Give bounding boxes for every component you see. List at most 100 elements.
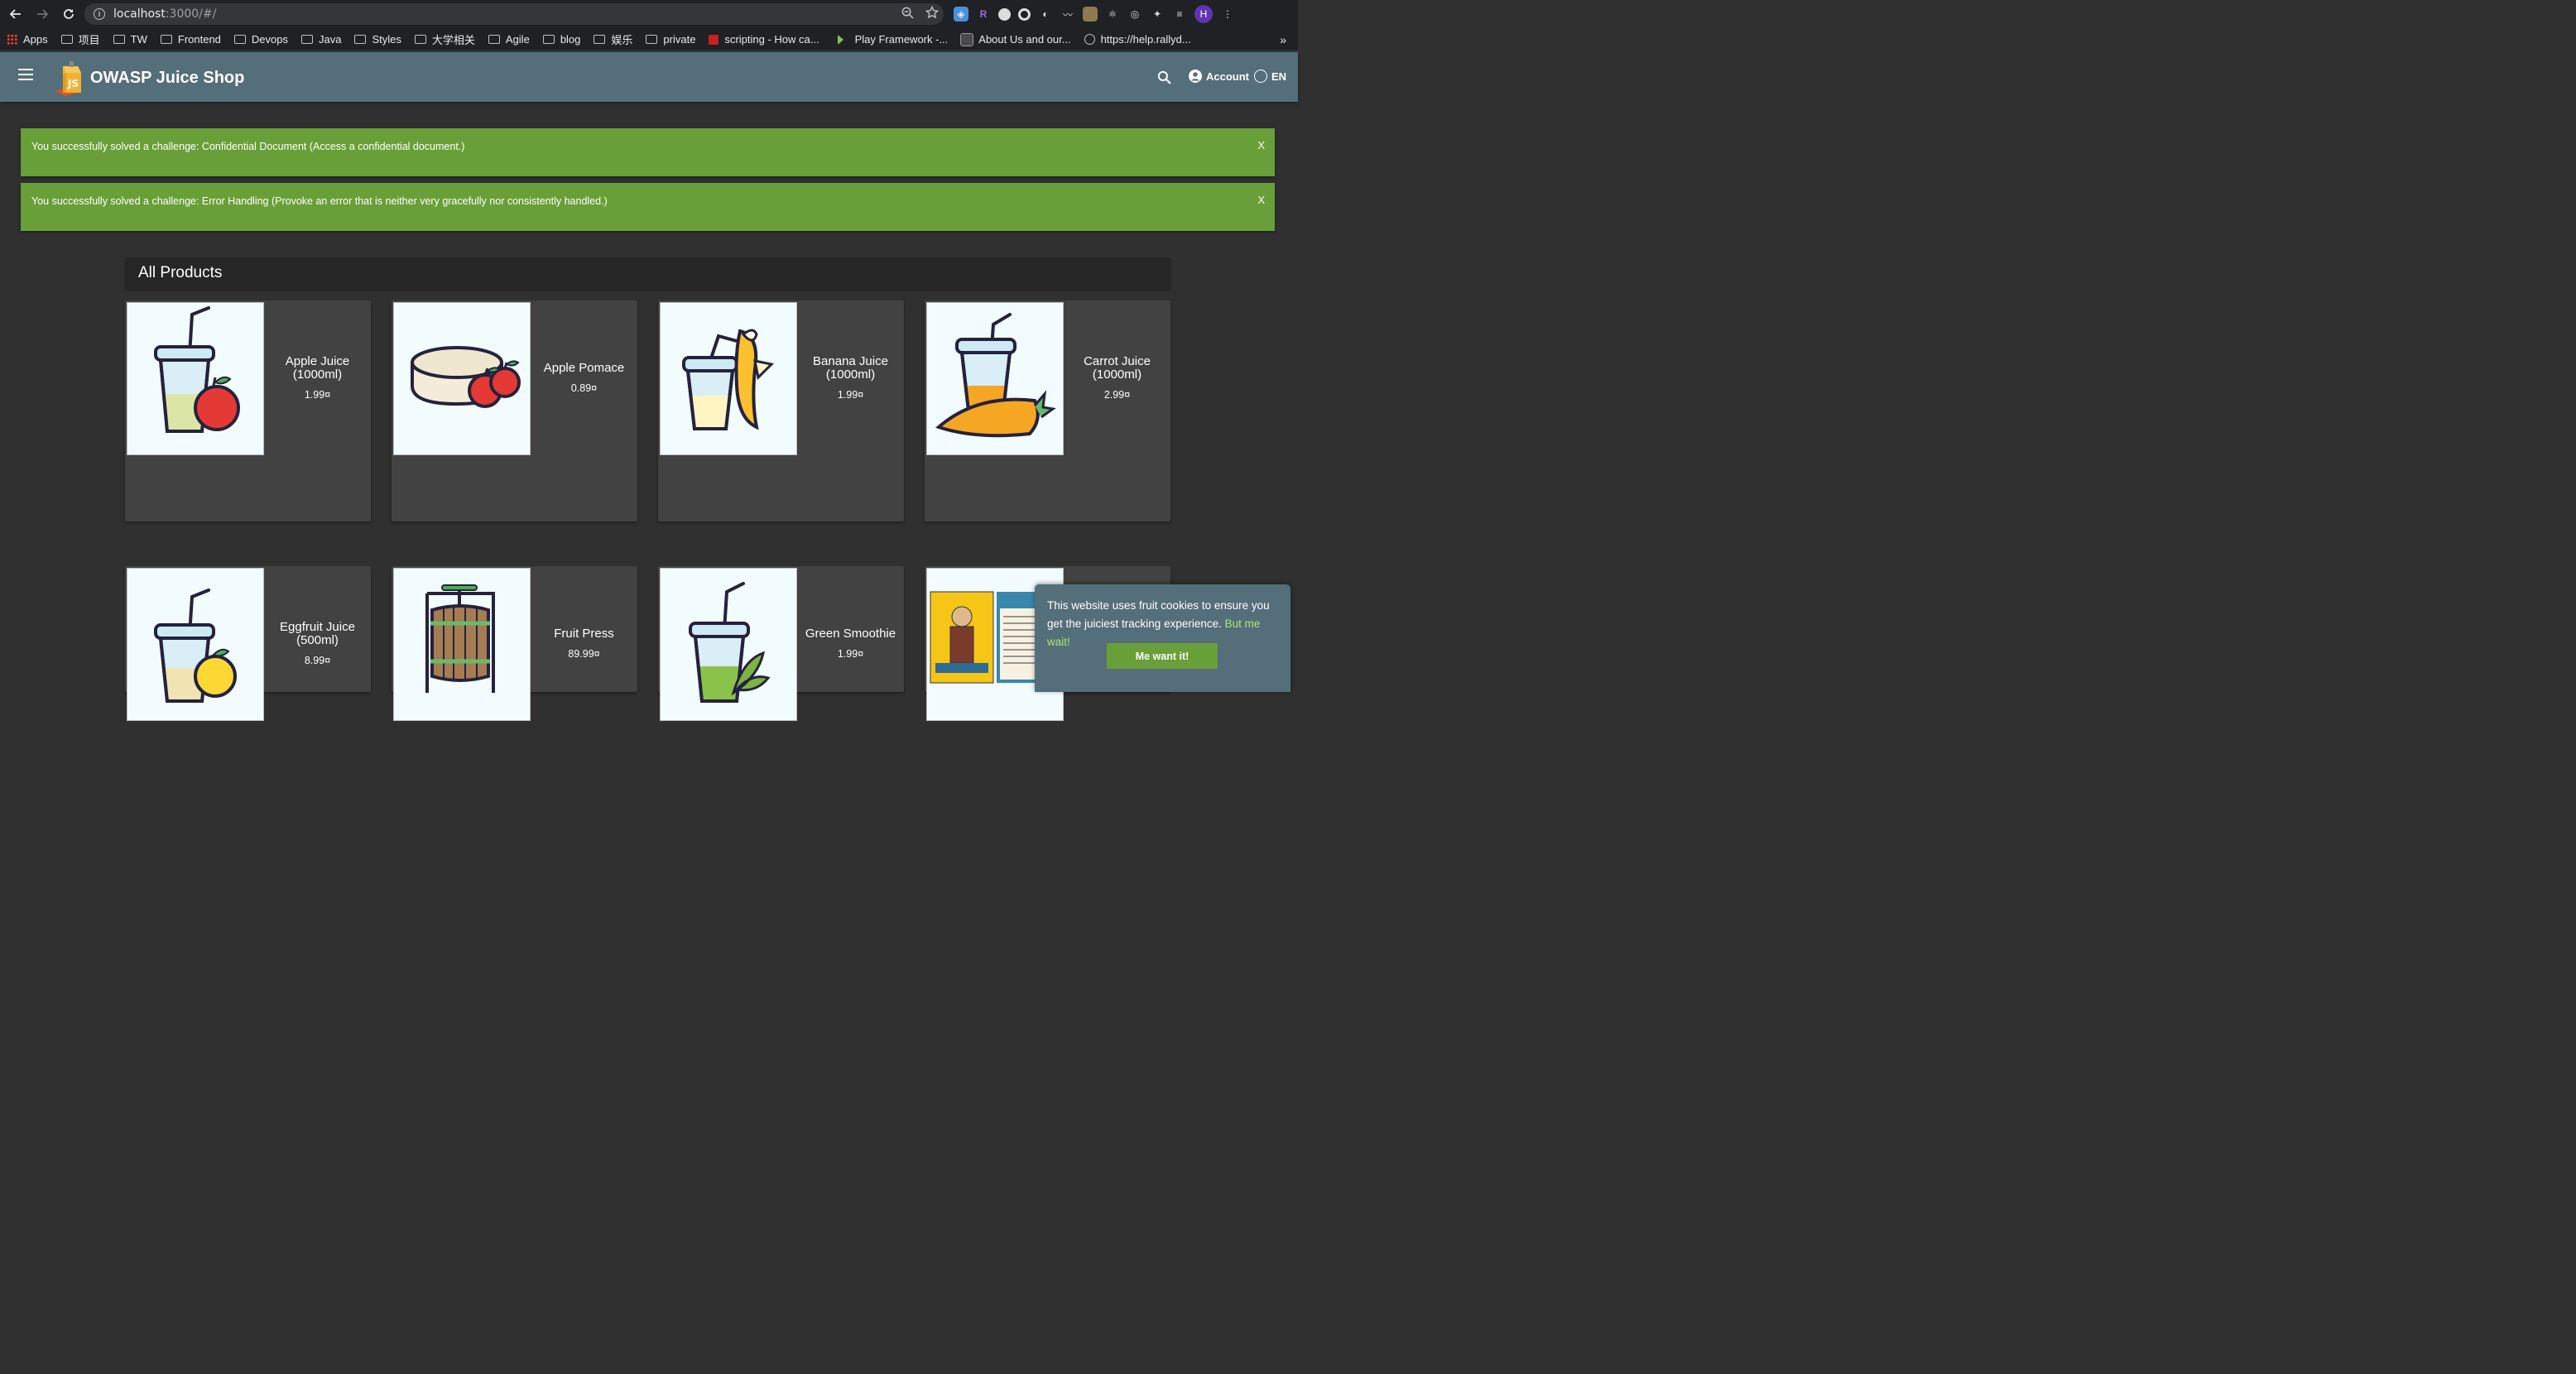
bookmark-label: Java — [319, 33, 342, 46]
products-header: All Products — [125, 257, 1170, 289]
bookmark-link[interactable]: About Us and our... — [960, 32, 1071, 46]
extension-ring-icon[interactable] — [1018, 7, 1031, 21]
address-bar[interactable]: i localhost:3000/#/ — [84, 3, 944, 25]
product-price: 1.99¤ — [304, 389, 331, 401]
extensions-puzzle-icon[interactable]: ✦ — [1150, 7, 1165, 22]
reload-icon[interactable] — [56, 2, 81, 26]
bookmark-folder[interactable]: 大学相关 — [414, 31, 475, 47]
language-globe-icon — [1254, 70, 1267, 83]
product-name: Apple Pomace — [543, 361, 625, 375]
product-info: Fruit Press 89.99¤ — [531, 566, 637, 721]
product-name: Carrot Juice (1000ml) — [1084, 354, 1151, 382]
extension-folder-icon[interactable] — [1083, 7, 1098, 22]
extension-wave-icon[interactable]: 〰 — [1060, 7, 1075, 22]
info-icon[interactable]: i — [94, 8, 105, 20]
product-image-banana-juice[interactable] — [660, 302, 797, 455]
product-card[interactable]: Eggfruit Juice (500ml) 8.99¤ — [125, 566, 371, 721]
bookmark-link[interactable]: Play Framework -... — [837, 33, 948, 46]
product-card[interactable]: Banana Juice (1000ml) 1.99¤ — [658, 300, 904, 521]
product-price: 0.89¤ — [570, 382, 598, 394]
product-info: Carrot Juice (1000ml) 2.99¤ — [1064, 300, 1170, 455]
account-button[interactable]: Account — [1189, 70, 1249, 83]
folder-icon — [646, 35, 658, 44]
globe-icon — [1084, 34, 1095, 45]
folder-icon — [542, 35, 555, 44]
url-text[interactable]: localhost:3000/#/ — [113, 7, 216, 21]
product-card[interactable]: Fruit Press 89.99¤ — [392, 566, 637, 721]
url-path: :3000/#/ — [165, 7, 217, 21]
app-title[interactable]: OWASP Juice Shop — [90, 69, 244, 88]
page-favicon-icon — [709, 34, 719, 45]
product-image-apple-juice[interactable] — [127, 302, 264, 455]
bookmark-star-icon[interactable] — [925, 5, 940, 22]
account-circle-icon — [1189, 70, 1202, 83]
product-image-carrot-juice[interactable] — [926, 302, 1064, 455]
account-label: Account — [1206, 70, 1249, 83]
accept-cookies-button[interactable]: Me want it! — [1107, 643, 1218, 669]
bookmark-folder[interactable]: Frontend — [160, 33, 221, 46]
product-name: Apple Juice (1000ml) — [285, 354, 350, 382]
folder-icon — [414, 35, 426, 44]
apps-grid-icon — [7, 34, 17, 45]
bookmark-folder[interactable]: Agile — [488, 33, 530, 46]
bookmark-link[interactable]: scripting - How ca... — [709, 33, 819, 46]
bookmark-label: Apps — [23, 33, 48, 46]
language-button[interactable]: EN — [1254, 70, 1286, 83]
bookmark-folder[interactable]: TW — [113, 33, 147, 46]
extension-atom-icon[interactable]: ⚛ — [1105, 7, 1120, 22]
bookmark-apps[interactable]: Apps — [7, 33, 48, 46]
bookmark-label: 大学相关 — [431, 34, 475, 46]
product-image-green-smoothie[interactable] — [660, 568, 797, 721]
product-card[interactable]: Apple Pomace 0.89¤ — [392, 300, 637, 521]
bookmark-folder[interactable]: 项目 — [60, 31, 100, 47]
extension-target-icon[interactable]: ◎ — [1127, 7, 1142, 22]
bookmark-folder[interactable]: 娱乐 — [594, 31, 632, 47]
folder-icon — [113, 35, 125, 44]
product-info: Apple Juice (1000ml) 1.99¤ — [264, 300, 371, 455]
product-image-apple-pomace[interactable] — [393, 302, 531, 455]
product-price: 89.99¤ — [568, 648, 600, 660]
bookmark-label: Styles — [372, 33, 401, 46]
product-card[interactable]: Carrot Juice (1000ml) 2.99¤ — [925, 300, 1170, 521]
search-icon[interactable] — [1157, 70, 1171, 89]
product-price: 2.99¤ — [1103, 389, 1131, 401]
bookmarks-overflow-button[interactable]: » — [1280, 33, 1286, 46]
bookmark-folder[interactable]: private — [646, 33, 695, 46]
product-image-eggfruit-juice[interactable] — [127, 568, 264, 721]
product-card[interactable]: Apple Juice (1000ml) 1.99¤ — [125, 300, 371, 521]
url-host: localhost — [113, 7, 166, 21]
extension-icon[interactable]: ◈ — [954, 7, 968, 22]
extension-key-icon[interactable]: ◐ — [1038, 7, 1053, 22]
close-notification-button[interactable]: X — [1257, 194, 1265, 206]
extension-circle-icon[interactable] — [998, 7, 1011, 21]
product-card[interactable]: Green Smoothie 1.99¤ — [658, 566, 904, 721]
juice-shop-logo[interactable]: JS — [53, 60, 86, 96]
product-info: Eggfruit Juice (500ml) 8.99¤ — [264, 566, 371, 721]
product-info: Green Smoothie 1.99¤ — [797, 566, 904, 721]
bookmark-label: 娱乐 — [611, 34, 633, 46]
forward-icon[interactable] — [30, 2, 55, 26]
bookmark-link[interactable]: https://help.rallyd... — [1084, 33, 1191, 46]
hamburger-menu-icon[interactable] — [18, 69, 33, 80]
close-notification-button[interactable]: X — [1257, 139, 1265, 151]
folder-icon — [233, 35, 246, 44]
bookmark-folder[interactable]: Devops — [233, 33, 288, 46]
product-price: 1.99¤ — [837, 648, 864, 660]
bookmark-folder[interactable]: Java — [301, 33, 341, 46]
bookmark-label: Agile — [505, 33, 530, 46]
bookmark-folder[interactable]: blog — [542, 33, 580, 46]
zoom-icon[interactable] — [901, 7, 914, 22]
product-name: Eggfruit Juice (500ml) — [280, 620, 355, 647]
bookmark-label: https://help.rallyd... — [1100, 33, 1191, 46]
kebab-menu-icon[interactable]: ⋮ — [1220, 7, 1235, 22]
profile-avatar[interactable]: H — [1194, 5, 1213, 23]
folder-icon — [594, 35, 606, 44]
back-icon[interactable] — [3, 2, 28, 26]
reading-list-icon[interactable]: ≡ — [1172, 7, 1187, 22]
extension-r-icon[interactable]: R — [976, 7, 991, 22]
bookmark-folder[interactable]: Styles — [354, 33, 401, 46]
product-image-fruit-press[interactable] — [393, 568, 531, 721]
notification-message: You successfully solved a challenge: Con… — [31, 141, 465, 152]
product-name: Banana Juice (1000ml) — [813, 354, 888, 382]
browser-toolbar: i localhost:3000/#/ ◈ R ◐ 〰 ⚛ ◎ ✦ ≡ H ⋮ — [0, 0, 1298, 28]
